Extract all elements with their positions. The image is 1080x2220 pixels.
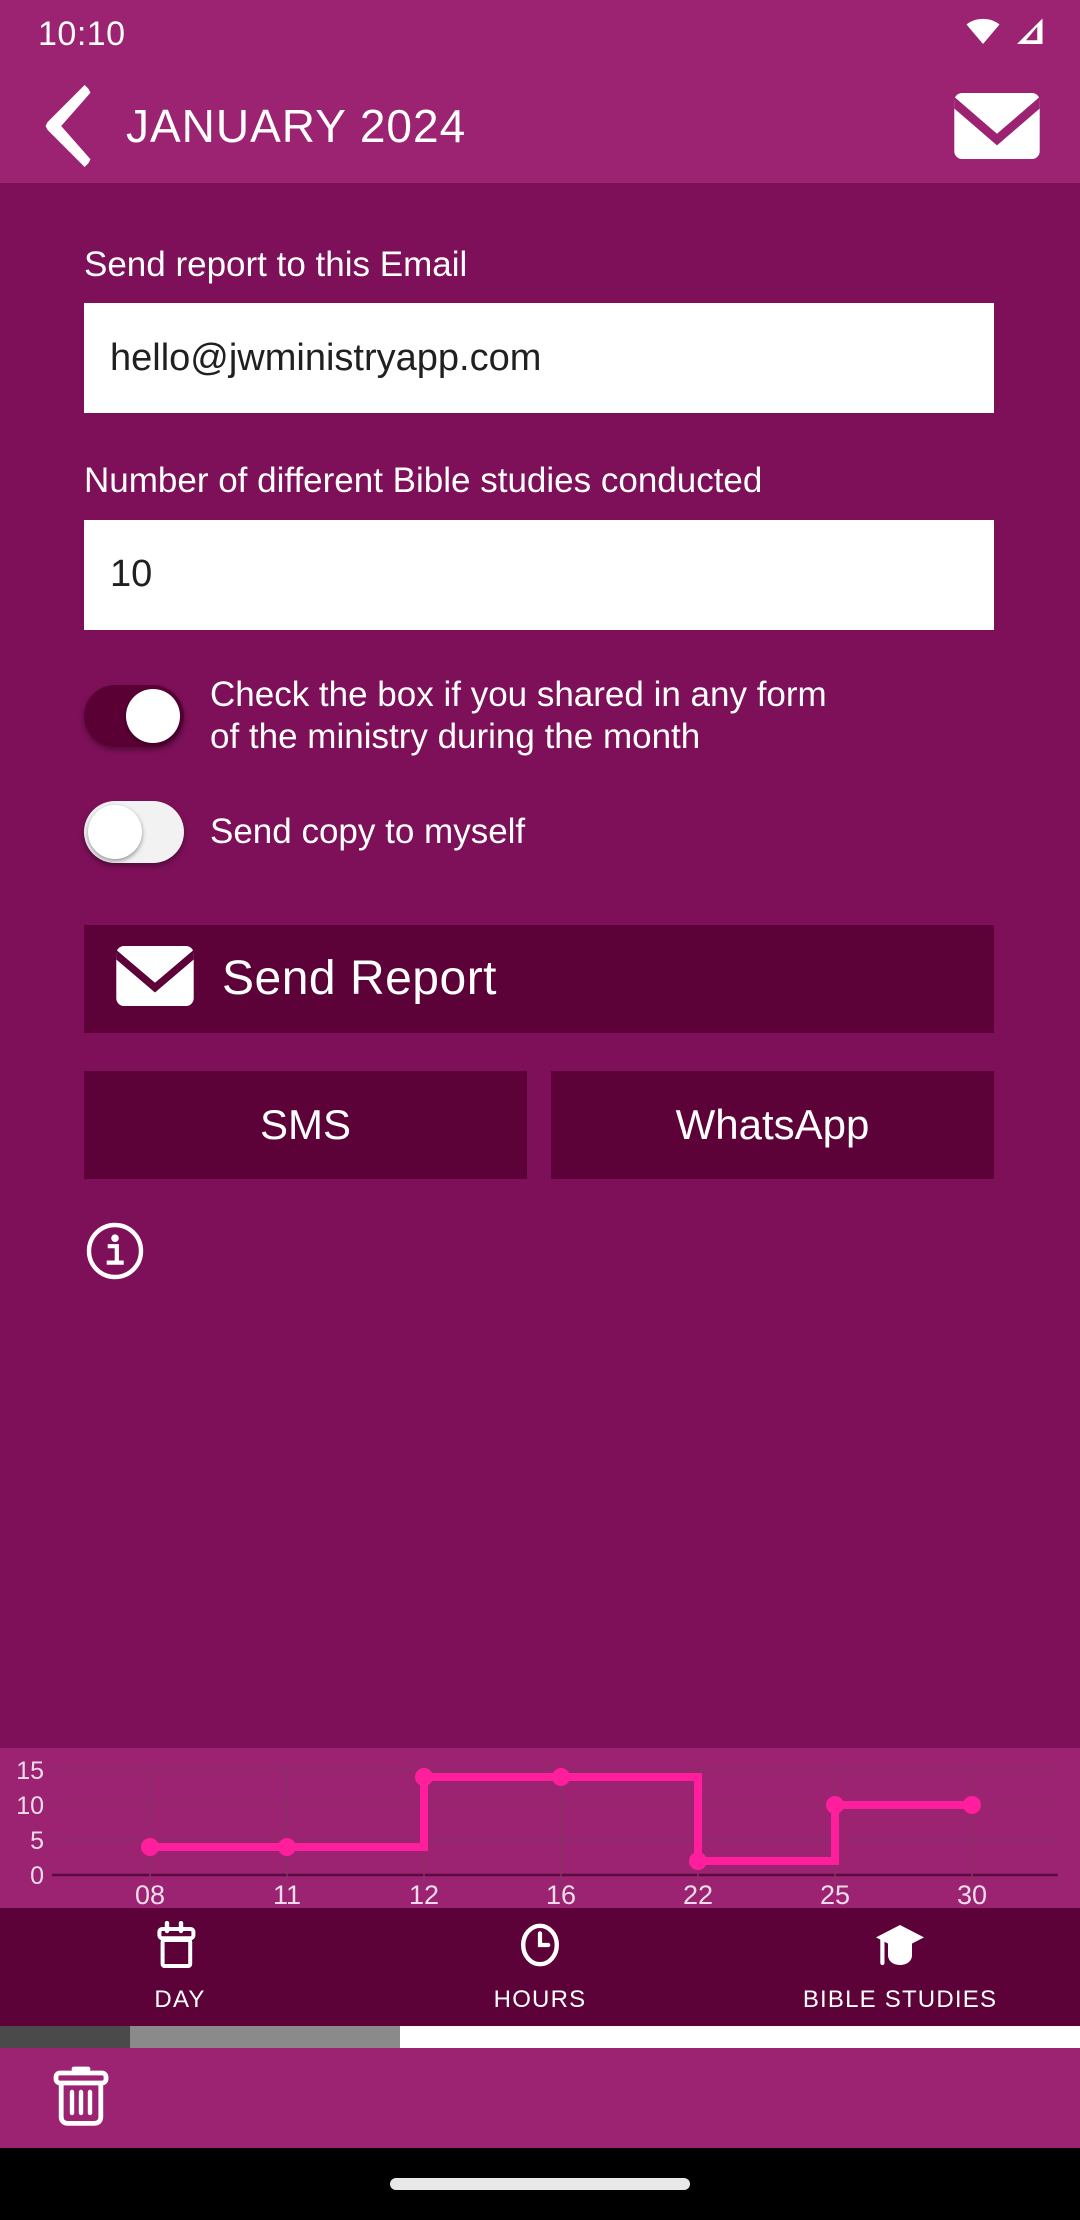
chart-y-tick-labels: 15 10 5 0 bbox=[16, 1757, 44, 1890]
svg-text:22: 22 bbox=[683, 1880, 713, 1908]
studies-label: Number of different Bible studies conduc… bbox=[84, 461, 994, 501]
shared-ministry-toggle[interactable] bbox=[84, 685, 184, 747]
clock-icon bbox=[517, 1921, 563, 1976]
status-bar-clock: 10:10 bbox=[38, 15, 126, 54]
send-copy-toggle-label: Send copy to myself bbox=[210, 811, 525, 854]
tab-bible-studies[interactable]: BIBLE STUDIES bbox=[720, 1908, 1080, 2026]
svg-text:5: 5 bbox=[30, 1827, 44, 1855]
svg-text:0: 0 bbox=[30, 1862, 44, 1890]
svg-text:30: 30 bbox=[957, 1880, 987, 1908]
share-buttons-row: SMS WhatsApp bbox=[84, 1071, 994, 1179]
bottom-tab-bar: DAY HOURS BIBLE STUDIES bbox=[0, 1908, 1080, 2026]
status-bar-icons bbox=[964, 17, 1046, 52]
calendar-icon bbox=[157, 1921, 203, 1976]
info-row bbox=[84, 1223, 994, 1285]
email-label: Send report to this Email bbox=[84, 245, 994, 285]
chart-svg: 15 10 5 0 08 bbox=[0, 1748, 1080, 1908]
bible-studies-input[interactable] bbox=[84, 520, 994, 630]
cellular-signal-icon bbox=[1012, 17, 1046, 52]
info-button[interactable] bbox=[84, 1223, 146, 1285]
home-gesture-pill[interactable] bbox=[390, 2178, 690, 2190]
svg-text:11: 11 bbox=[273, 1880, 301, 1908]
toggle-knob bbox=[88, 805, 142, 859]
wifi-icon bbox=[964, 17, 1002, 52]
tab-day[interactable]: DAY bbox=[0, 1908, 360, 2026]
tab-day-label: DAY bbox=[154, 1986, 205, 2014]
app-bar: JANUARY 2024 bbox=[0, 68, 1080, 183]
segment-1[interactable] bbox=[0, 2026, 130, 2048]
trash-icon bbox=[50, 2063, 112, 2134]
toggle-knob bbox=[126, 689, 180, 743]
graduation-cap-icon bbox=[874, 1921, 926, 1976]
status-bar: 10:10 bbox=[0, 0, 1080, 68]
shared-ministry-toggle-label: Check the box if you shared in any form … bbox=[210, 674, 850, 759]
bible-studies-chart[interactable]: 15 10 5 0 08 bbox=[0, 1748, 1080, 1908]
segment-3[interactable] bbox=[400, 2026, 1080, 2048]
email-input[interactable] bbox=[84, 303, 994, 413]
sms-button[interactable]: SMS bbox=[84, 1071, 527, 1179]
chart-gridlines-vertical bbox=[150, 1770, 972, 1891]
svg-text:25: 25 bbox=[820, 1880, 850, 1908]
page-title: JANUARY 2024 bbox=[126, 99, 954, 153]
info-circle-icon bbox=[85, 1221, 145, 1286]
delete-button[interactable] bbox=[48, 2063, 114, 2133]
bottom-action-bar bbox=[0, 2048, 1080, 2148]
chart-x-tick-labels: 08 11 12 16 22 25 30 bbox=[135, 1880, 987, 1908]
svg-text:08: 08 bbox=[135, 1880, 165, 1908]
shared-ministry-toggle-row[interactable]: Check the box if you shared in any form … bbox=[84, 674, 994, 759]
tab-bible-studies-label: BIBLE STUDIES bbox=[803, 1986, 997, 2014]
tab-hours[interactable]: HOURS bbox=[360, 1908, 720, 2026]
tab-hours-label: HOURS bbox=[494, 1986, 587, 2014]
android-nav-bar bbox=[0, 2148, 1080, 2220]
phone-screen: 10:10 JANUARY 2024 bbox=[0, 0, 1080, 2220]
email-report-button[interactable] bbox=[954, 91, 1040, 161]
send-copy-toggle[interactable] bbox=[84, 801, 184, 863]
whatsapp-button[interactable]: WhatsApp bbox=[551, 1071, 994, 1179]
svg-text:16: 16 bbox=[546, 1880, 576, 1908]
back-button[interactable] bbox=[34, 84, 104, 168]
send-report-button[interactable]: Send Report bbox=[84, 925, 994, 1033]
send-copy-toggle-row[interactable]: Send copy to myself bbox=[84, 801, 994, 863]
main-content: Send report to this Email Number of diff… bbox=[0, 183, 1080, 1908]
page-segment-indicator[interactable] bbox=[0, 2026, 1080, 2048]
svg-text:15: 15 bbox=[16, 1757, 44, 1785]
envelope-icon bbox=[116, 946, 194, 1011]
send-report-label: Send Report bbox=[222, 951, 497, 1006]
segment-2[interactable] bbox=[130, 2026, 400, 2048]
svg-text:10: 10 bbox=[16, 1792, 44, 1820]
svg-text:12: 12 bbox=[409, 1880, 439, 1908]
